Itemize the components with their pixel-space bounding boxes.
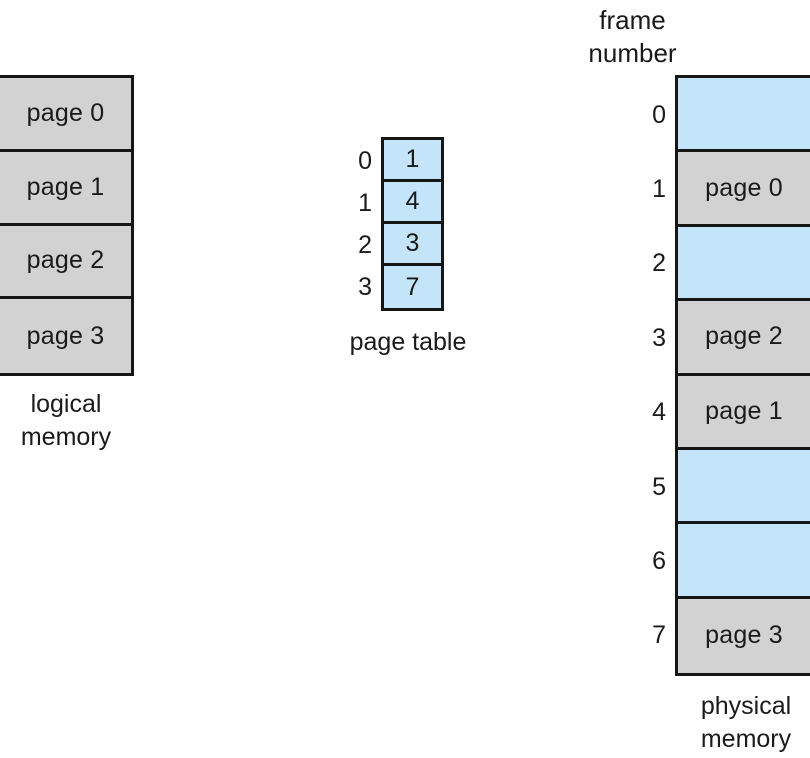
- page-table-entry-value: 4: [405, 187, 420, 215]
- logical-page-label: page 2: [26, 246, 105, 275]
- frame-number-value: 0: [652, 100, 666, 129]
- page-table-index-label: 2: [358, 230, 372, 259]
- page-table-caption: page table: [349, 328, 467, 356]
- page-table-entry: 7: [384, 266, 441, 308]
- page-table-index: 0: [325, 140, 381, 182]
- physical-frame-label: page 2: [705, 322, 783, 351]
- frame-number-label: 4: [612, 376, 675, 450]
- frame-number-label: 3: [612, 301, 675, 375]
- page-table-entry-value: 1: [405, 145, 420, 173]
- physical-frame-cell: page 1: [678, 375, 810, 450]
- page-table-index: 1: [325, 182, 381, 224]
- logical-page-cell: page 3: [0, 299, 131, 373]
- frame-number-value: 2: [652, 249, 666, 278]
- page-table-entry: 1: [384, 140, 441, 182]
- logical-page-cell: page 1: [0, 151, 131, 226]
- physical-memory-caption: physical memory: [700, 692, 792, 753]
- frame-number-value: 3: [652, 323, 666, 352]
- physical-frame-label: page 3: [705, 621, 783, 650]
- page-table-index: 3: [325, 266, 381, 308]
- frame-number-label: 6: [612, 524, 675, 598]
- frame-number-label: 0: [612, 78, 675, 152]
- logical-page-cell: page 2: [0, 225, 131, 300]
- physical-frame-label: page 1: [705, 396, 783, 425]
- page-table-entry-value: 3: [405, 229, 420, 257]
- page-table-index-label: 3: [358, 272, 372, 301]
- frame-number-value: 5: [652, 472, 666, 501]
- frame-number-value: 6: [652, 546, 666, 575]
- frame-number-value: 4: [652, 398, 666, 427]
- physical-frame-cell: [678, 226, 810, 302]
- physical-frame-cell: [678, 449, 810, 525]
- page-table-entry: 3: [384, 224, 441, 266]
- page-table-index-label: 0: [358, 146, 372, 175]
- physical-memory-block: page 0 page 2 page 1 page 3: [675, 75, 810, 676]
- page-table-index: 2: [325, 224, 381, 266]
- frame-number-value: 7: [652, 621, 666, 650]
- logical-page-cell: page 0: [0, 78, 131, 152]
- page-table-entry-value: 7: [405, 272, 420, 301]
- physical-frame-cell: page 0: [678, 152, 810, 227]
- logical-page-label: page 3: [26, 321, 105, 350]
- paging-diagram: page 0 page 1 page 2 page 3 logical memory …: [0, 0, 810, 758]
- frame-number-label: 1: [612, 152, 675, 226]
- frame-number-label: 2: [612, 227, 675, 301]
- frame-number-label: 7: [612, 599, 675, 673]
- frame-number-value: 1: [652, 175, 666, 204]
- logical-memory-block: page 0 page 1 page 2 page 3: [0, 75, 134, 376]
- page-table-entry: 4: [384, 182, 441, 224]
- logical-page-label: page 0: [26, 98, 105, 127]
- physical-frame-label: page 0: [705, 173, 783, 202]
- logical-memory-caption: logical memory: [20, 390, 112, 451]
- physical-frame-cell: [678, 78, 810, 153]
- physical-frame-cell: [678, 524, 810, 599]
- logical-page-label: page 1: [26, 172, 105, 201]
- physical-frame-cell: page 3: [678, 598, 810, 673]
- page-table-index-label: 1: [358, 188, 372, 217]
- physical-frame-cell: page 2: [678, 301, 810, 376]
- page-table-block: 1 4 3 7: [381, 137, 444, 311]
- frame-number-label: 5: [612, 450, 675, 524]
- frame-number-heading: frame number: [588, 5, 677, 68]
